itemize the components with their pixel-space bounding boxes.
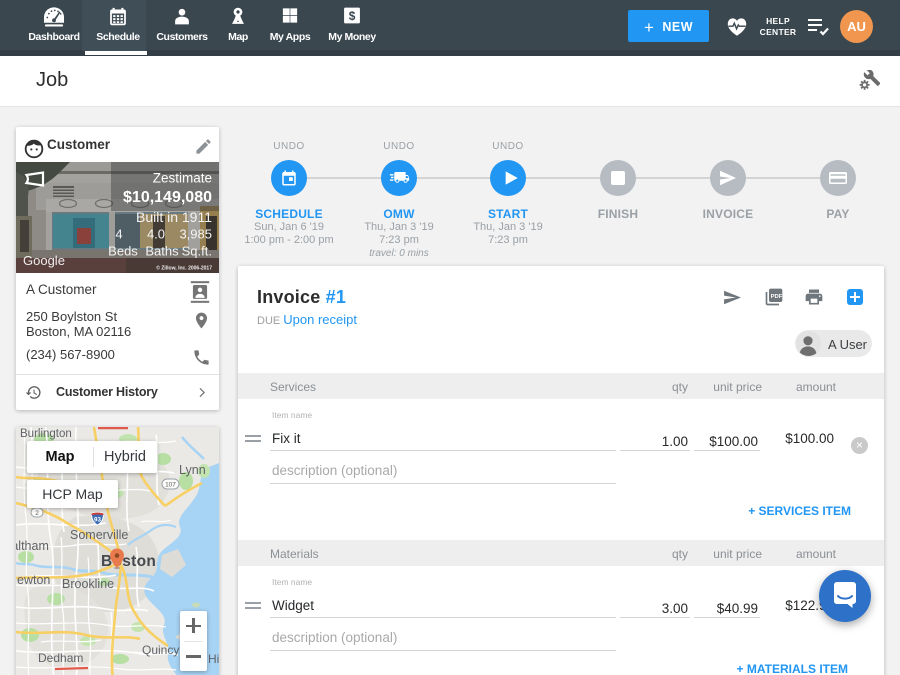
svg-text:4.0: 4.0 xyxy=(147,227,165,242)
svg-text:Sq.ft.: Sq.ft. xyxy=(182,244,212,259)
svg-text:Lynn: Lynn xyxy=(179,463,206,477)
svg-text:PDF: PDF xyxy=(771,294,783,300)
svg-text:Beds: Beds xyxy=(108,244,138,259)
svg-text:Burlington: Burlington xyxy=(20,428,72,440)
svg-text:2: 2 xyxy=(35,510,39,517)
svg-text:Brookline: Brookline xyxy=(62,577,114,591)
svg-text:Waltham: Waltham xyxy=(16,539,49,553)
svg-text:Zestimate: Zestimate xyxy=(153,171,212,186)
svg-text:© Zillow, Inc. 2006-2017: © Zillow, Inc. 2006-2017 xyxy=(156,265,212,272)
svg-text:Newton: Newton xyxy=(16,573,50,587)
svg-text:Somerville: Somerville xyxy=(70,528,128,542)
svg-text:Hingham: Hingham xyxy=(208,652,219,666)
svg-text:107: 107 xyxy=(165,482,176,489)
svg-text:$: $ xyxy=(349,9,356,23)
svg-text:Baths: Baths xyxy=(145,244,179,259)
svg-text:Google: Google xyxy=(23,253,65,268)
svg-text:3,985: 3,985 xyxy=(179,227,212,242)
svg-text:Quincy: Quincy xyxy=(142,643,179,657)
svg-text:Built in 1911: Built in 1911 xyxy=(136,209,212,225)
svg-text:$10,149,080: $10,149,080 xyxy=(123,189,212,206)
svg-text:93: 93 xyxy=(94,517,101,524)
svg-text:Dedham: Dedham xyxy=(38,651,83,665)
svg-text:Boston: Boston xyxy=(101,553,156,570)
svg-text:4: 4 xyxy=(115,227,122,242)
